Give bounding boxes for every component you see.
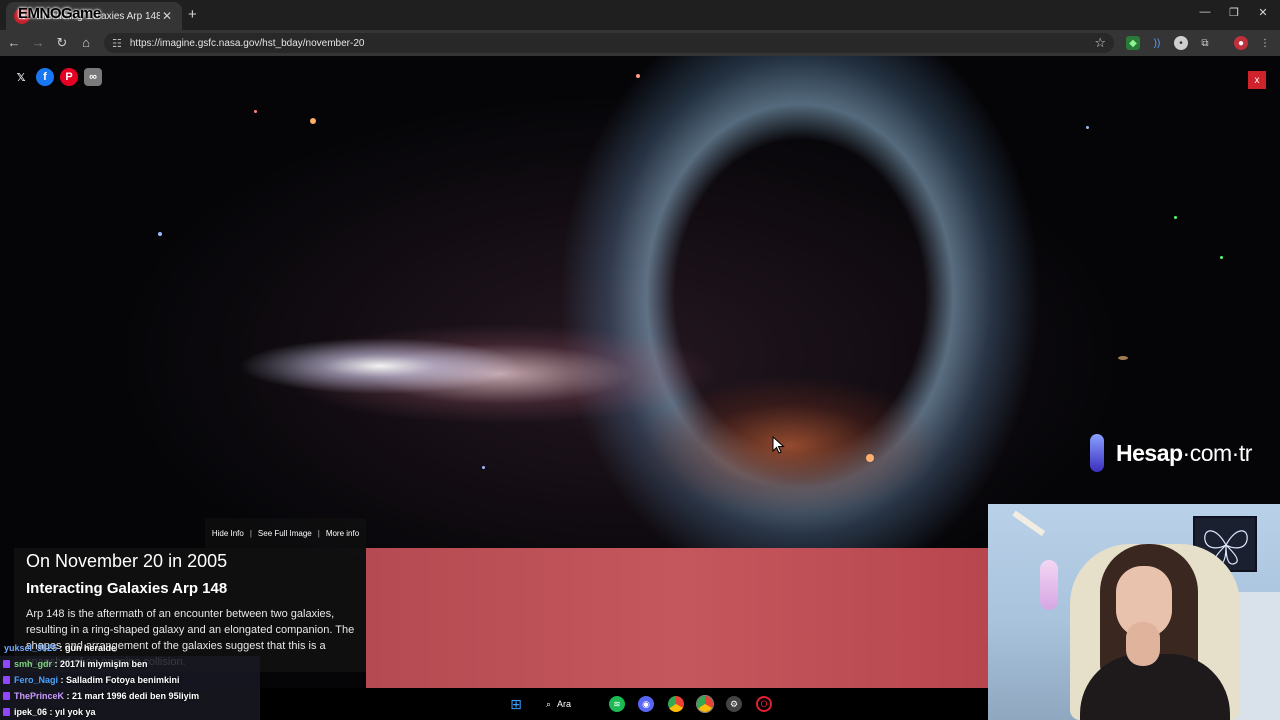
watermark-brand: Hesap [1116,439,1183,466]
hesap-logo-icon [1090,434,1104,472]
star-dot [1220,256,1223,259]
search-label: Ara [557,699,572,709]
shield-extension-icon[interactable]: ◆ [1126,36,1140,50]
chat-message: yuksel_3825 : gün heralde [4,643,117,653]
search-icon: ⌕ [546,698,552,709]
pinterest-share-icon[interactable]: P [60,68,78,86]
site-info-icon[interactable]: ☷ [112,37,122,50]
chat-username: Fero_Nagi [14,675,59,685]
profile-extension-icon[interactable]: • [1174,36,1188,50]
back-icon[interactable]: ← [6,35,22,50]
chat-message: Fero_Nagi : Salladim Fotoya benimkini [0,672,260,688]
star-dot [636,74,640,78]
star-dot [1086,126,1089,129]
mic-arm [1012,510,1046,537]
chat-username: yuksel_3825 [4,643,58,653]
home-icon[interactable]: ⌂ [78,35,94,50]
star-dot [866,454,874,462]
info-title: Interacting Galaxies Arp 148 [26,580,228,597]
chrome-profile-icon[interactable] [696,695,714,713]
chat-message: smh_gdr : 2017li miymişim ben [0,656,260,672]
hesap-watermark: Hesap·com·tr [1090,434,1252,472]
star-dot [1174,216,1177,219]
restore-icon[interactable]: ❐ [1227,6,1241,19]
info-color-band [366,548,988,688]
close-viewer-button[interactable]: x [1248,71,1266,89]
browser-tabstrip: N Interacting Galaxies Arp 148 ✕ EMNOGam… [0,0,1280,30]
microphone [1040,560,1058,610]
star-dot [482,466,485,469]
star-dot [1118,356,1128,360]
streamer-hand [1126,622,1160,666]
info-links-bar: Hide Info | See Full Image | More info [205,518,366,548]
star-dot [158,232,162,236]
star-dot [254,110,257,113]
url-text: https://imagine.gsfc.nasa.gov/hst_bday/n… [129,37,365,49]
facebook-share-icon[interactable]: f [36,68,54,86]
windows-start-icon[interactable]: ⊞ [508,696,524,712]
chat-text: gün heralde [65,643,117,653]
chat-text: 2017li miymişim ben [60,659,148,669]
taskbar-search[interactable]: ⌕ Ara [546,695,571,713]
reload-icon[interactable]: ↻ [54,35,70,51]
hide-info-link[interactable]: Hide Info [212,529,244,538]
link-share-icon[interactable]: ∞ [84,68,102,86]
extensions-puzzle-icon[interactable]: ⧉ [1198,36,1212,50]
translate-extension-icon[interactable]: )) [1150,36,1164,50]
discord-icon[interactable]: ◉ [638,696,654,712]
bookmark-star-icon[interactable]: ☆ [1094,35,1106,51]
info-date: On November 20 in 2005 [26,551,228,571]
app-icon[interactable]: ⚙ [726,696,742,712]
spotify-icon[interactable]: ≋ [609,696,625,712]
chrome-icon[interactable] [668,696,684,712]
star-dot [310,118,316,124]
tab-close-icon[interactable]: ✕ [160,9,174,23]
see-full-image-link[interactable]: See Full Image [258,529,312,538]
minimize-icon[interactable]: — [1198,6,1212,18]
link-separator: | [317,528,320,538]
watermark-suffix: ·com·tr [1182,439,1253,466]
browser-toolbar: ← → ↻ ⌂ ☷ https://imagine.gsfc.nasa.gov/… [0,30,1280,56]
new-tab-button[interactable]: + [188,6,197,23]
opera-icon[interactable]: O [756,696,772,712]
address-bar[interactable]: ☷ https://imagine.gsfc.nasa.gov/hst_bday… [104,33,1114,53]
chat-username: smh_gdr [14,659,53,669]
chat-text: Salladim Fotoya benimkini [66,675,180,685]
stream-overlay-name: EMNOGame [18,5,101,22]
x-share-icon[interactable]: 𝕏 [12,68,30,86]
more-info-link[interactable]: More info [326,529,359,538]
browser-menu-icon[interactable]: ⋮ [1258,36,1272,50]
screen: { "browser": { "tab_title": "Interacting… [0,0,1280,720]
user-avatar-icon[interactable]: ● [1234,36,1248,50]
window-close-icon[interactable]: ✕ [1256,6,1270,19]
forward-icon[interactable]: → [30,35,46,50]
link-separator: | [249,528,252,538]
